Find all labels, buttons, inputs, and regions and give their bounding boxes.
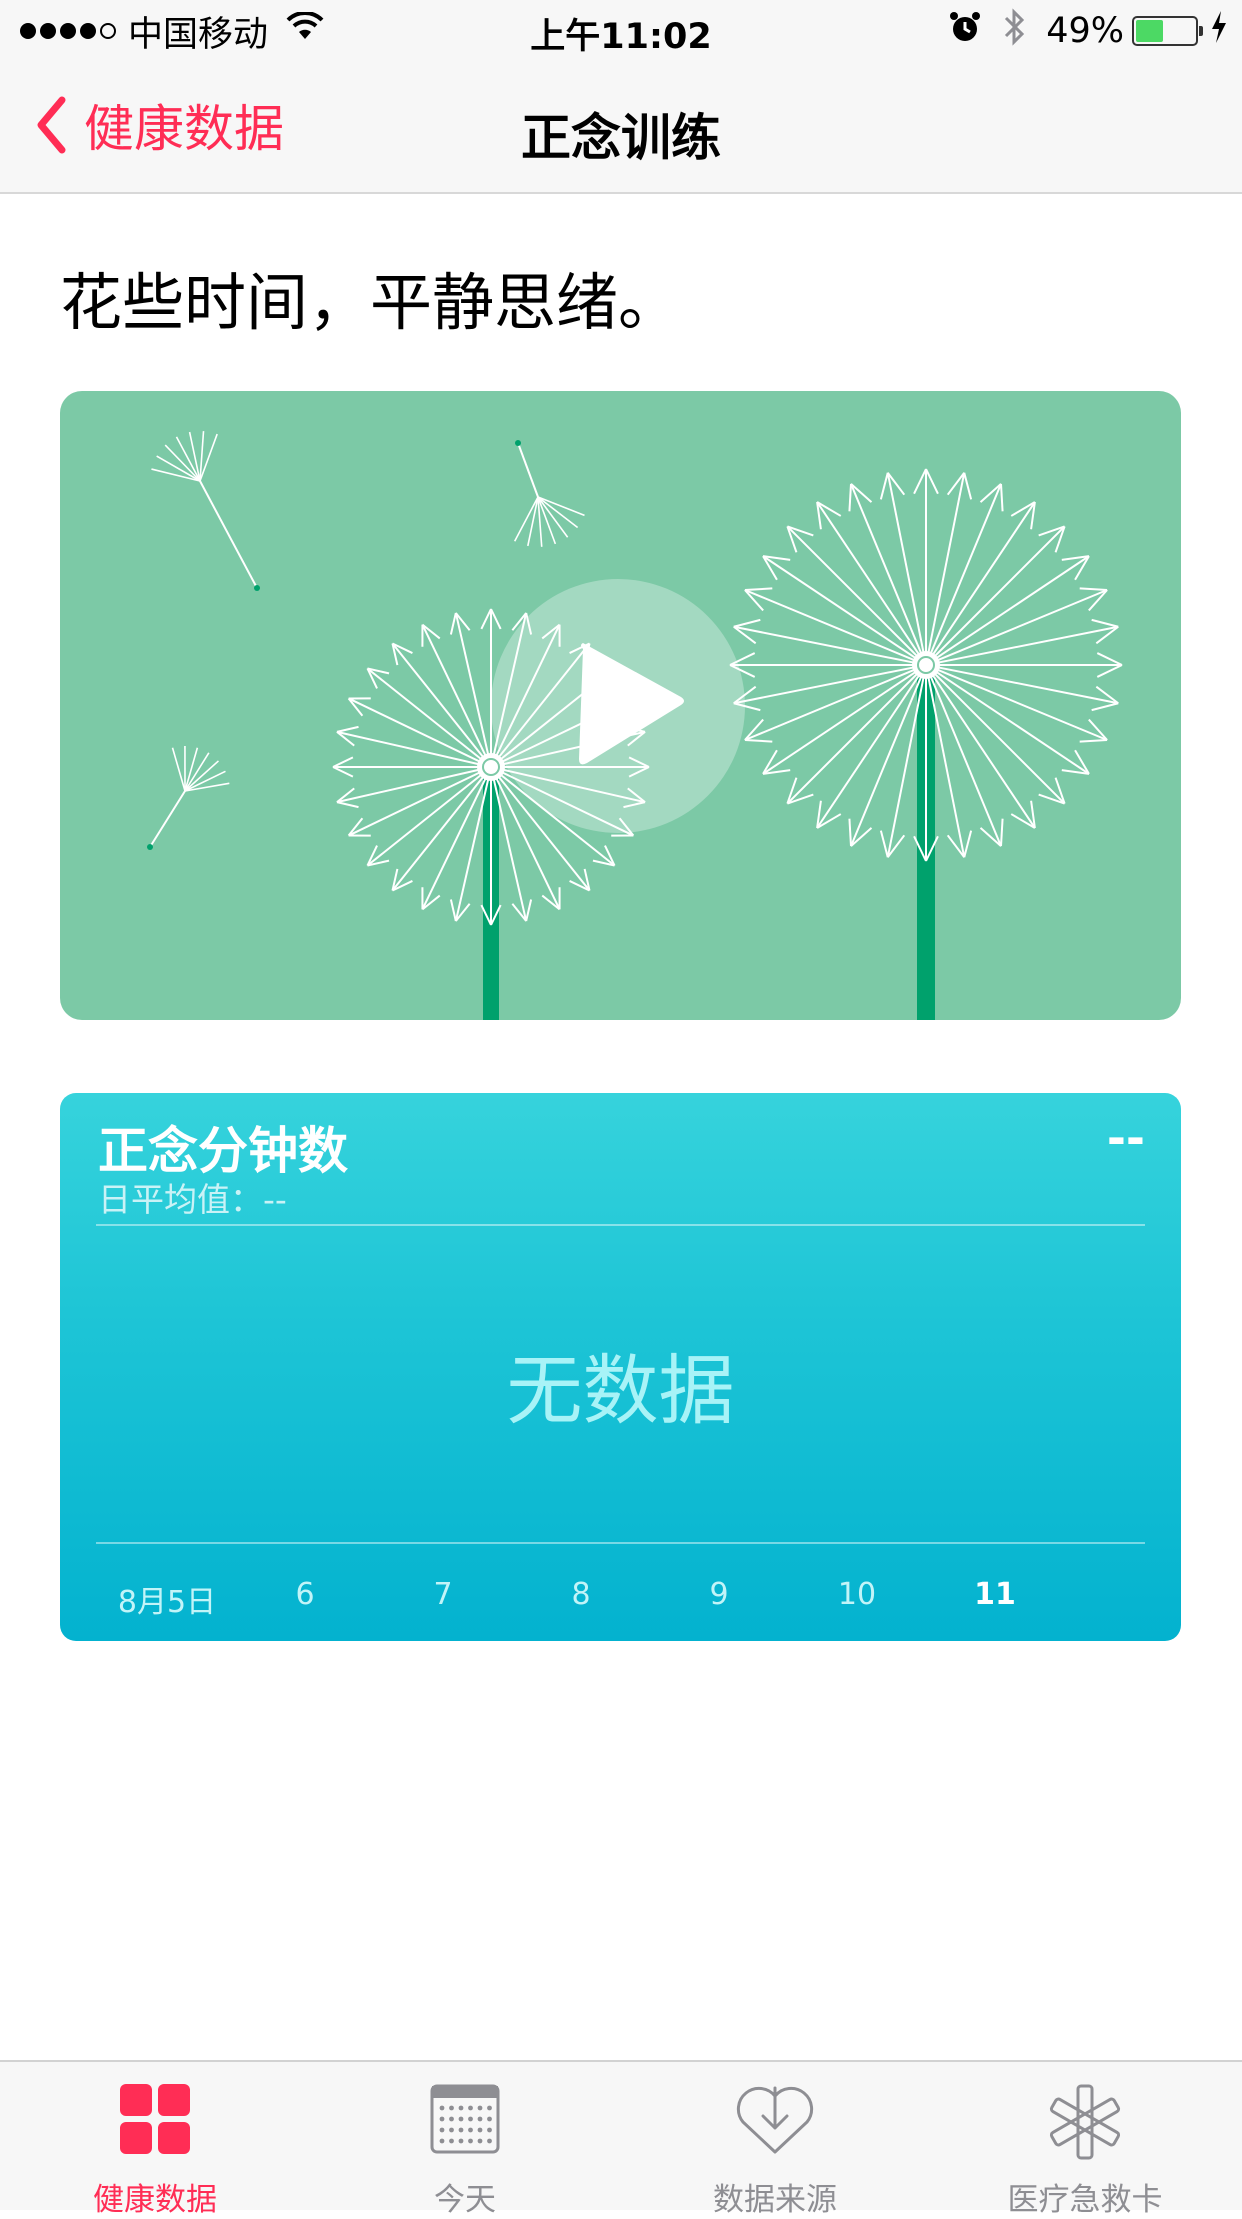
medical-id-icon: [1047, 2084, 1123, 2164]
tab-bar: 健康数据 今天 数据来源: [0, 2060, 1242, 2210]
tab-label: 今天: [310, 2174, 620, 2219]
chart-baseline: [96, 1542, 1145, 1544]
play-icon: [491, 579, 745, 833]
bluetooth-icon: [1002, 8, 1026, 55]
status-right: 49%: [948, 10, 1228, 52]
battery-icon: [1132, 16, 1198, 46]
mindful-minutes-value: --: [1107, 1111, 1145, 1165]
x-label: 7: [433, 1577, 452, 1612]
x-label: 11: [974, 1577, 1016, 1612]
no-data-label: 无数据: [60, 1329, 1181, 1439]
navigation-bar: 健康数据 正念训练: [0, 62, 1242, 194]
play-button[interactable]: [491, 579, 745, 833]
x-label: 10: [838, 1577, 876, 1612]
tab-label: 数据来源: [620, 2174, 930, 2219]
intro-text: 花些时间，平静思绪。: [60, 252, 680, 342]
health-data-icon: [120, 2084, 190, 2158]
mindful-minutes-card[interactable]: 正念分钟数 -- 日平均值：-- 无数据 8月5日 6 7 8 9 10 11: [60, 1093, 1181, 1641]
page-title: 正念训练: [0, 98, 1242, 170]
x-label: 8月5日: [118, 1577, 216, 1621]
chart-top-line: [96, 1224, 1145, 1226]
alarm-icon: [948, 10, 982, 53]
calendar-icon: [430, 2084, 500, 2158]
tab-today[interactable]: 今天: [310, 2062, 620, 2210]
status-bar: 中国移动 上午11:02 49%: [0, 0, 1242, 62]
x-label: 9: [709, 1577, 728, 1612]
tab-health-data[interactable]: 健康数据: [0, 2062, 310, 2210]
mindfulness-video-card[interactable]: [60, 391, 1181, 1020]
tab-label: 医疗急救卡: [930, 2174, 1240, 2219]
battery-level: [1136, 20, 1163, 42]
tab-sources[interactable]: 数据来源: [620, 2062, 930, 2210]
daily-average: 日平均值：--: [98, 1173, 287, 1221]
tab-label: 健康数据: [0, 2174, 310, 2219]
sources-icon: [735, 2084, 815, 2160]
battery-percent: 49%: [1046, 11, 1124, 51]
x-label: 8: [571, 1577, 590, 1612]
tab-medical-id[interactable]: 医疗急救卡: [930, 2062, 1240, 2210]
battery-cap: [1199, 26, 1203, 36]
chart-x-axis: 8月5日 6 7 8 9 10 11: [60, 1577, 1181, 1617]
x-label: 6: [295, 1577, 314, 1612]
charging-icon: [1210, 11, 1228, 52]
